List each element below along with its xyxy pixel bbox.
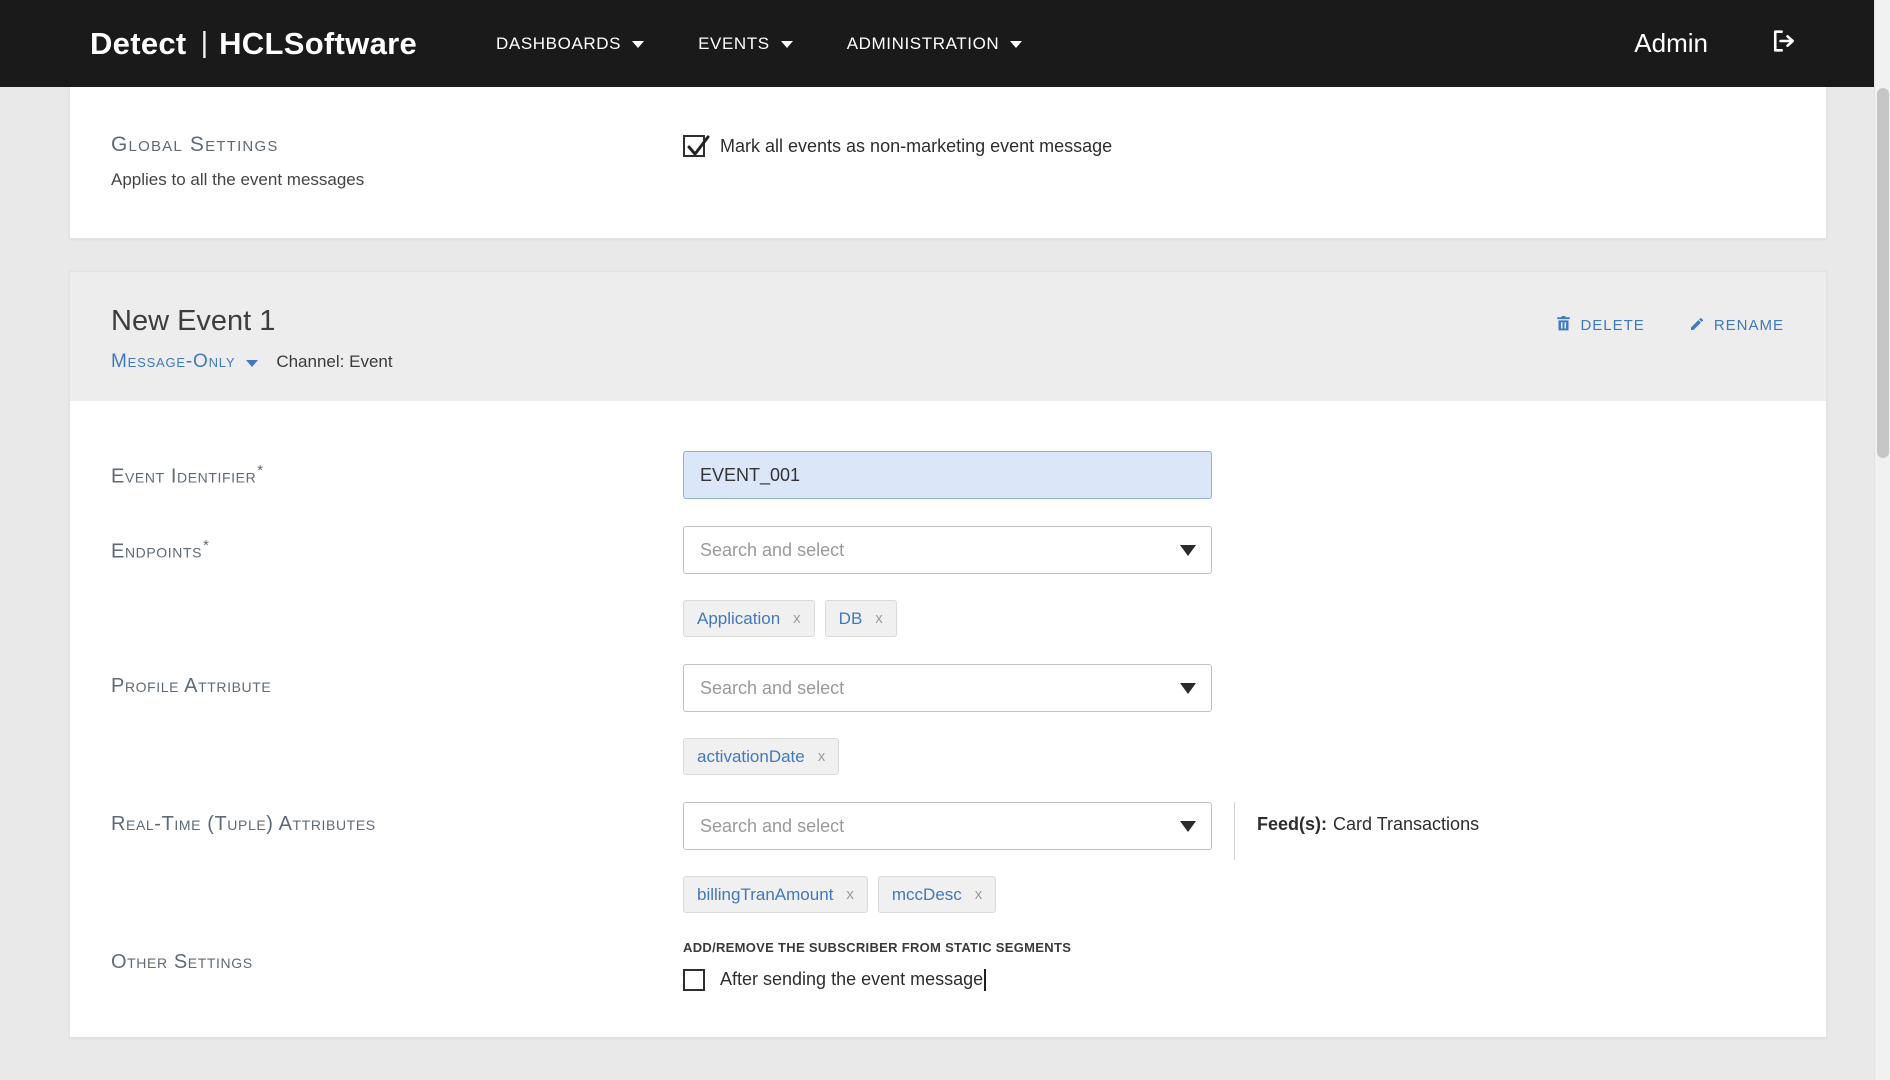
- realtime-attributes-label: Real-Time (Tuple) Attributes: [111, 802, 683, 913]
- feeds-label: Feed(s):: [1257, 814, 1327, 834]
- logout-button[interactable]: [1770, 27, 1798, 60]
- endpoints-row: Endpoints* Search and select Application…: [111, 526, 1784, 637]
- vertical-divider: [1234, 802, 1235, 860]
- remove-tag-icon[interactable]: x: [875, 610, 883, 627]
- dropdown-caret-icon: [1180, 683, 1196, 694]
- event-identifier-label: Event Identifier*: [111, 451, 683, 499]
- after-sending-checkbox-label[interactable]: After sending the event message: [720, 969, 986, 991]
- profile-attribute-row: Profile Attribute Search and select acti…: [111, 664, 1784, 775]
- endpoints-tags: Application x DB x: [683, 600, 1784, 637]
- tag-db: DB x: [825, 600, 897, 637]
- scrollbar-thumb[interactable]: [1877, 88, 1889, 458]
- non-marketing-checkbox[interactable]: [683, 135, 705, 157]
- delete-button-label: DELETE: [1580, 317, 1644, 334]
- nav-item-administration[interactable]: ADMINISTRATION: [820, 24, 1050, 64]
- chevron-down-icon[interactable]: [246, 360, 258, 367]
- chevron-down-icon: [781, 41, 793, 48]
- required-asterisk: *: [203, 537, 209, 554]
- scrollbar[interactable]: [1874, 0, 1890, 1080]
- chevron-down-icon: [632, 41, 644, 48]
- after-sending-checkbox-row: After sending the event message: [683, 969, 1784, 991]
- brand-secondary: HCLSoftware: [219, 26, 417, 62]
- global-settings-card: Global Settings Applies to all the event…: [69, 87, 1827, 239]
- text-cursor: [984, 969, 986, 991]
- app-logo: Detect | HCLSoftware: [90, 26, 417, 62]
- brand-separator: |: [201, 27, 209, 60]
- channel-mode-dropdown[interactable]: Message-Only: [111, 351, 235, 373]
- chevron-down-icon: [1010, 41, 1022, 48]
- tag-mccdesc: mccDesc x: [878, 876, 996, 913]
- profile-attribute-label: Profile Attribute: [111, 664, 683, 775]
- profile-attribute-select[interactable]: Search and select: [683, 664, 1212, 712]
- main-nav: DASHBOARDS EVENTS ADMINISTRATION: [469, 24, 1049, 64]
- trash-icon: [1556, 315, 1571, 336]
- page-content: Global Settings Applies to all the event…: [69, 87, 1827, 1038]
- after-sending-checkbox[interactable]: [683, 969, 705, 991]
- event-identifier-input[interactable]: [683, 451, 1212, 499]
- event-card: New Event 1 Message-Only Channel: Event …: [69, 271, 1827, 1038]
- realtime-attributes-control: Search and select billingTranAmount x mc…: [683, 802, 1784, 913]
- checkmark-icon: [685, 133, 711, 161]
- nav-item-dashboards[interactable]: DASHBOARDS: [469, 24, 671, 64]
- global-settings-info: Global Settings Applies to all the event…: [111, 133, 683, 190]
- tag-application: Application x: [683, 600, 815, 637]
- event-title: New Event 1: [111, 305, 393, 338]
- static-segments-heading: ADD/REMOVE THE SUBSCRIBER FROM STATIC SE…: [683, 940, 1784, 955]
- remove-tag-icon[interactable]: x: [975, 886, 983, 903]
- delete-button[interactable]: DELETE: [1556, 315, 1644, 336]
- profile-attribute-tags: activationDate x: [683, 738, 1784, 775]
- pencil-icon: [1689, 316, 1705, 336]
- user-menu[interactable]: Admin: [1634, 28, 1708, 59]
- event-card-actions: DELETE RENAME: [1556, 315, 1784, 336]
- brand-primary: Detect: [90, 26, 187, 62]
- event-identifier-row: Event Identifier*: [111, 451, 1784, 499]
- realtime-attributes-select-placeholder: Search and select: [700, 816, 844, 837]
- navbar-right: Admin: [1634, 27, 1798, 60]
- other-settings-label: Other Settings: [111, 940, 683, 991]
- remove-tag-icon[interactable]: x: [793, 610, 801, 627]
- required-asterisk: *: [257, 462, 263, 479]
- remove-tag-icon[interactable]: x: [846, 886, 854, 903]
- nav-item-events[interactable]: EVENTS: [671, 24, 820, 64]
- nav-item-events-label: EVENTS: [698, 34, 770, 54]
- event-subrow: Message-Only Channel: Event: [111, 351, 393, 373]
- nav-item-administration-label: ADMINISTRATION: [847, 34, 1000, 54]
- remove-tag-icon[interactable]: x: [818, 748, 826, 765]
- tag-activationdate: activationDate x: [683, 738, 839, 775]
- realtime-attributes-row: Real-Time (Tuple) Attributes Search and …: [111, 802, 1784, 913]
- realtime-attributes-select[interactable]: Search and select: [683, 802, 1212, 850]
- rename-button[interactable]: RENAME: [1689, 316, 1784, 336]
- event-card-header-left: New Event 1 Message-Only Channel: Event: [111, 305, 393, 373]
- feeds-value: Card Transactions: [1333, 814, 1479, 834]
- endpoints-select-placeholder: Search and select: [700, 540, 844, 561]
- global-settings-title: Global Settings: [111, 133, 683, 157]
- endpoints-label: Endpoints*: [111, 526, 683, 637]
- non-marketing-checkbox-label[interactable]: Mark all events as non-marketing event m…: [720, 136, 1112, 157]
- event-card-body: Event Identifier* Endpoints* Search and …: [70, 401, 1826, 1037]
- endpoints-select[interactable]: Search and select: [683, 526, 1212, 574]
- feeds-info: Feed(s): Card Transactions: [1257, 802, 1479, 835]
- rename-button-label: RENAME: [1714, 317, 1784, 334]
- tag-billingtranamount: billingTranAmount x: [683, 876, 868, 913]
- top-navbar: Detect | HCLSoftware DASHBOARDS EVENTS A…: [0, 0, 1890, 87]
- dropdown-caret-icon: [1180, 821, 1196, 832]
- dropdown-caret-icon: [1180, 545, 1196, 556]
- nav-item-dashboards-label: DASHBOARDS: [496, 34, 621, 54]
- realtime-attributes-tags: billingTranAmount x mccDesc x: [683, 876, 1212, 913]
- non-marketing-checkbox-row: Mark all events as non-marketing event m…: [683, 135, 1826, 157]
- profile-attribute-select-placeholder: Search and select: [700, 678, 844, 699]
- global-settings-subtitle: Applies to all the event messages: [111, 170, 683, 190]
- event-card-header: New Event 1 Message-Only Channel: Event …: [70, 272, 1826, 401]
- channel-info: Channel: Event: [276, 352, 392, 372]
- other-settings-row: Other Settings ADD/REMOVE THE SUBSCRIBER…: [111, 940, 1784, 991]
- logout-icon: [1770, 27, 1798, 60]
